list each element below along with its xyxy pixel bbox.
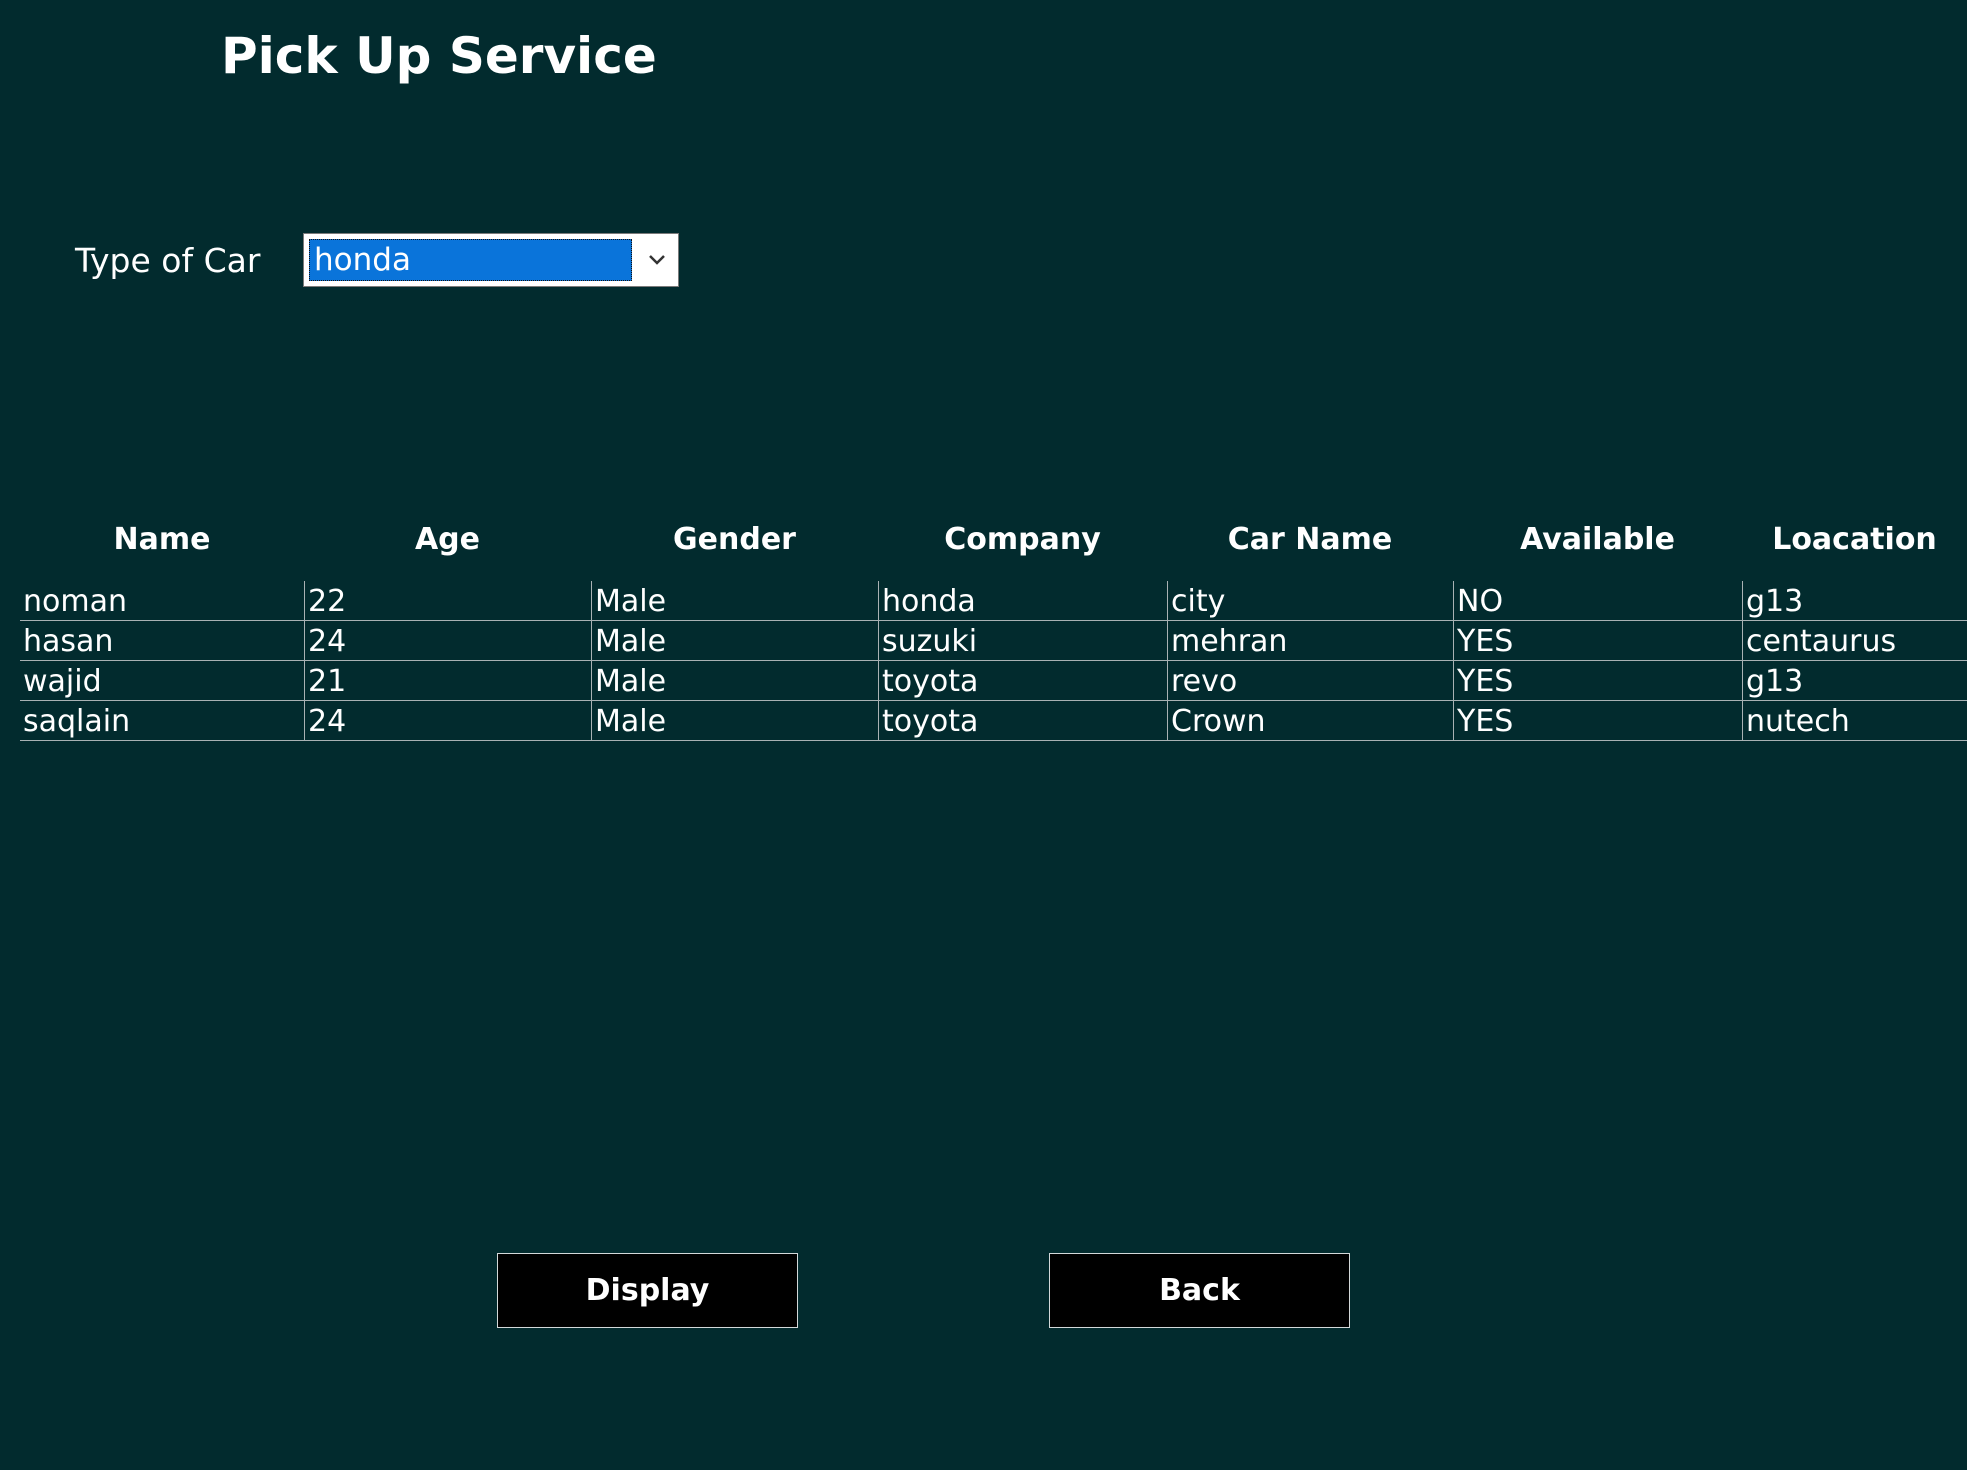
page-title: Pick Up Service bbox=[221, 27, 657, 85]
car-type-selected-value[interactable]: honda bbox=[309, 239, 632, 281]
table-row[interactable]: noman 22 Male honda city NO g13 bbox=[20, 581, 1967, 621]
column-header-company[interactable]: Company bbox=[878, 513, 1167, 567]
cell-available[interactable]: YES bbox=[1453, 621, 1742, 661]
cell-name[interactable]: noman bbox=[20, 581, 304, 621]
cell-location[interactable]: nutech bbox=[1742, 701, 1967, 741]
cell-age[interactable]: 24 bbox=[304, 621, 591, 661]
cell-company[interactable]: suzuki bbox=[878, 621, 1167, 661]
column-header-name[interactable]: Name bbox=[20, 513, 304, 567]
car-type-label: Type of Car bbox=[75, 241, 261, 280]
cell-name[interactable]: saqlain bbox=[20, 701, 304, 741]
cell-car-name[interactable]: revo bbox=[1167, 661, 1453, 701]
cell-gender[interactable]: Male bbox=[591, 621, 878, 661]
chevron-down-icon[interactable] bbox=[636, 234, 678, 286]
cell-name[interactable]: hasan bbox=[20, 621, 304, 661]
column-header-location[interactable]: Loacation bbox=[1742, 513, 1967, 567]
table-row[interactable]: wajid 21 Male toyota revo YES g13 bbox=[20, 661, 1967, 701]
table-row[interactable]: saqlain 24 Male toyota Crown YES nutech bbox=[20, 701, 1967, 741]
column-header-car-name[interactable]: Car Name bbox=[1167, 513, 1453, 567]
cell-available[interactable]: NO bbox=[1453, 581, 1742, 621]
cell-available[interactable]: YES bbox=[1453, 701, 1742, 741]
cell-company[interactable]: toyota bbox=[878, 661, 1167, 701]
column-header-gender[interactable]: Gender bbox=[591, 513, 878, 567]
cell-company[interactable]: toyota bbox=[878, 701, 1167, 741]
car-type-select[interactable]: honda bbox=[303, 233, 679, 287]
cell-car-name[interactable]: mehran bbox=[1167, 621, 1453, 661]
cell-name[interactable]: wajid bbox=[20, 661, 304, 701]
cell-company[interactable]: honda bbox=[878, 581, 1167, 621]
back-button[interactable]: Back bbox=[1049, 1253, 1350, 1328]
column-header-available[interactable]: Available bbox=[1453, 513, 1742, 567]
cell-age[interactable]: 22 bbox=[304, 581, 591, 621]
cell-age[interactable]: 21 bbox=[304, 661, 591, 701]
table-row[interactable]: hasan 24 Male suzuki mehran YES centauru… bbox=[20, 621, 1967, 661]
cell-location[interactable]: g13 bbox=[1742, 581, 1967, 621]
cell-car-name[interactable]: Crown bbox=[1167, 701, 1453, 741]
cell-gender[interactable]: Male bbox=[591, 581, 878, 621]
cell-age[interactable]: 24 bbox=[304, 701, 591, 741]
cell-gender[interactable]: Male bbox=[591, 701, 878, 741]
cell-location[interactable]: g13 bbox=[1742, 661, 1967, 701]
column-header-age[interactable]: Age bbox=[304, 513, 591, 567]
cell-gender[interactable]: Male bbox=[591, 661, 878, 701]
table-header: Name Age Gender Company Car Name Availab… bbox=[20, 513, 1967, 567]
display-button[interactable]: Display bbox=[497, 1253, 798, 1328]
cell-location[interactable]: centaurus bbox=[1742, 621, 1967, 661]
cell-car-name[interactable]: city bbox=[1167, 581, 1453, 621]
cell-available[interactable]: YES bbox=[1453, 661, 1742, 701]
drivers-table: noman 22 Male honda city NO g13 hasan 24… bbox=[20, 581, 1967, 741]
